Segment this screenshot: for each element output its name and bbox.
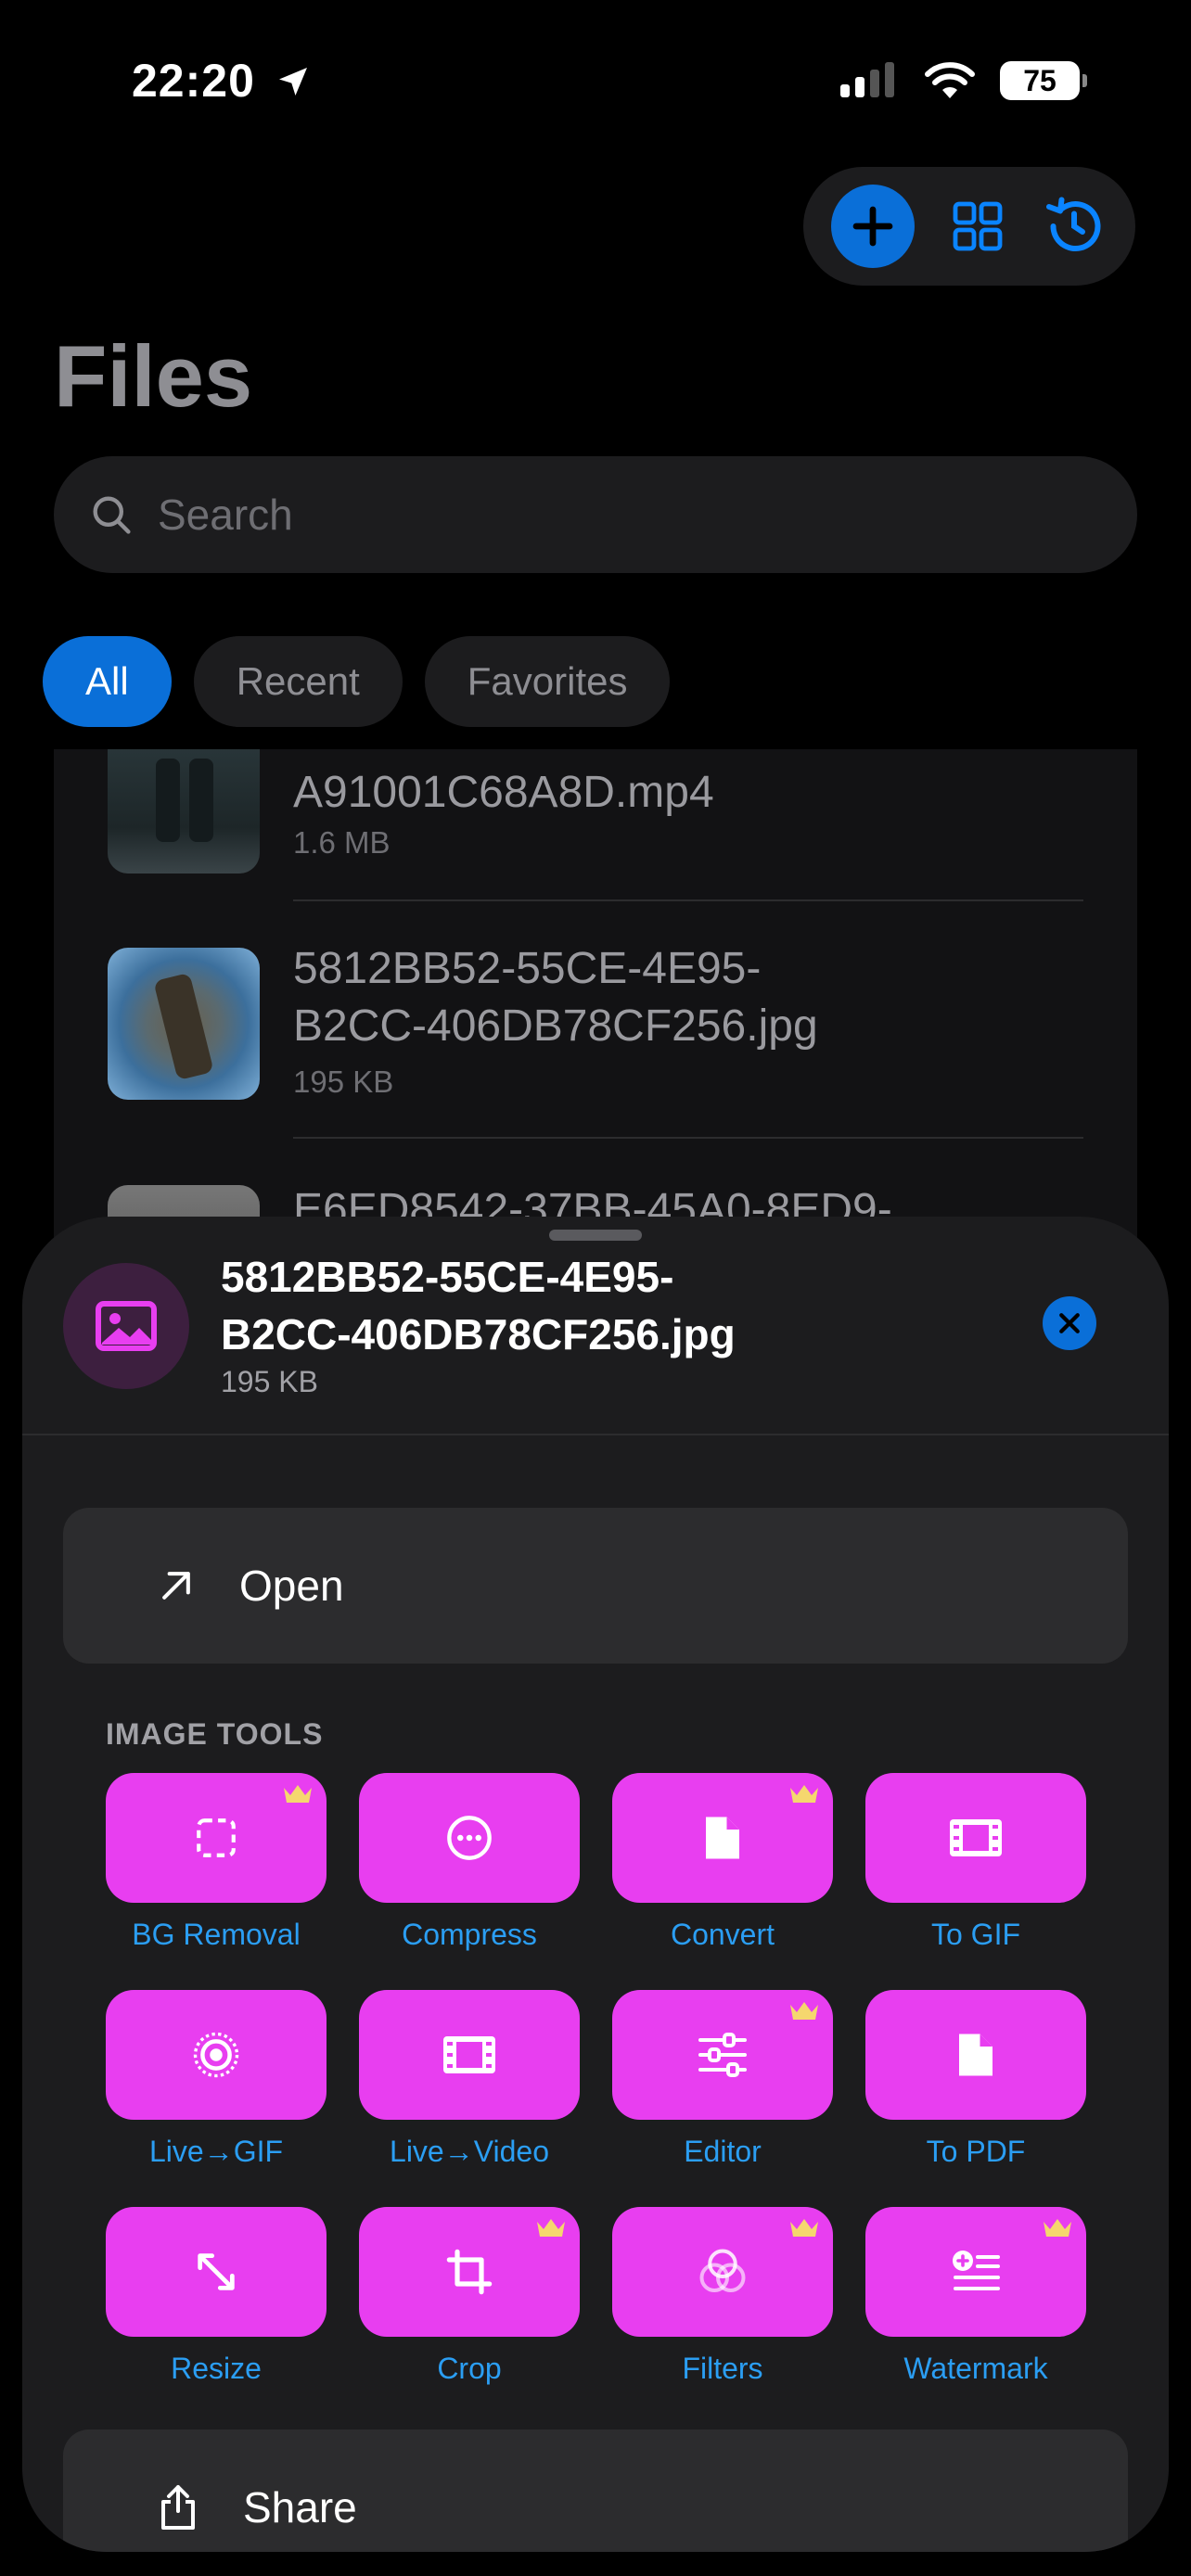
- add-button[interactable]: [831, 185, 915, 268]
- sheet-divider: [22, 1434, 1169, 1435]
- list-divider: [293, 899, 1083, 901]
- ellipsis-circle-icon: [447, 1816, 492, 1860]
- location-arrow-icon: [278, 68, 307, 96]
- file-type-badge: [63, 1263, 189, 1389]
- file-thumbnail: [108, 749, 260, 874]
- tool-watermark[interactable]: Watermark: [865, 2207, 1086, 2385]
- tool-label: BG Removal: [132, 1918, 301, 1951]
- clock-text: 22:20: [132, 55, 255, 107]
- live-photo-icon: [193, 2032, 239, 2078]
- tool-filters[interactable]: Filters: [612, 2207, 833, 2385]
- tool-label: Compress: [402, 1918, 537, 1951]
- grid-view-icon[interactable]: [948, 197, 1007, 256]
- filter-all[interactable]: All: [43, 636, 172, 727]
- tool-convert[interactable]: Convert: [612, 1773, 833, 1951]
- status-indicators: 75: [839, 61, 1087, 100]
- crown-icon: [537, 2219, 565, 2237]
- tool-label: Watermark: [903, 2352, 1048, 2385]
- sheet-grabber[interactable]: [549, 1230, 642, 1241]
- file-thumbnail: [108, 948, 260, 1100]
- crop-icon: [446, 2249, 493, 2295]
- file-actions-sheet: 5812BB52-55CE-4E95- B2CC-406DB78CF256.jp…: [22, 1217, 1169, 2552]
- status-time: 22:20: [132, 54, 312, 108]
- sheet-file-name: 5812BB52-55CE-4E95- B2CC-406DB78CF256.jp…: [221, 1248, 736, 1363]
- file-size: 195 KB: [293, 1065, 394, 1099]
- photo-icon: [96, 1301, 157, 1351]
- tool-label: Live→Video: [390, 2135, 549, 2168]
- sheet-file-name-line2: B2CC-406DB78CF256.jpg: [221, 1310, 736, 1358]
- document-icon: [959, 2034, 992, 2076]
- tool-bg-removal[interactable]: BG Removal: [106, 1773, 327, 1951]
- search-field[interactable]: Search: [54, 456, 1137, 573]
- history-icon[interactable]: [1041, 193, 1108, 260]
- crown-icon: [1044, 2219, 1071, 2237]
- page-title: Files: [54, 327, 253, 425]
- tool-label: To PDF: [926, 2135, 1026, 2168]
- overlapping-circles-icon: [699, 2249, 746, 2292]
- crown-icon: [284, 1785, 312, 1803]
- filter-favorites[interactable]: Favorites: [424, 636, 671, 727]
- list-divider: [293, 1137, 1083, 1139]
- tool-label: Filters: [682, 2352, 763, 2385]
- tool-editor[interactable]: Editor: [612, 1990, 833, 2168]
- arrow-up-right-icon: [162, 1572, 190, 1600]
- dashed-square-icon: [197, 1818, 236, 1857]
- crown-icon: [790, 2219, 818, 2237]
- battery-indicator: 75: [1000, 61, 1087, 100]
- close-icon: [1059, 1313, 1080, 1333]
- file-name: 5812BB52-55CE-4E95- B2CC-406DB78CF256.jp…: [293, 940, 818, 1055]
- film-icon: [950, 1819, 1002, 1856]
- tool-label: Resize: [171, 2352, 262, 2385]
- tool-label: Crop: [437, 2352, 502, 2385]
- sheet-file-name-line1: 5812BB52-55CE-4E95-: [221, 1253, 674, 1301]
- file-size: 1.6 MB: [293, 825, 391, 860]
- share-button[interactable]: Share: [63, 2429, 1128, 2552]
- tool-label: To GIF: [930, 1918, 1020, 1951]
- sheet-file-size: 195 KB: [221, 1365, 318, 1398]
- tool-label: Convert: [670, 1918, 775, 1951]
- file-name-line2: B2CC-406DB78CF256.jpg: [293, 1001, 818, 1051]
- filter-chips: All Recent Favorites: [43, 636, 671, 727]
- sliders-icon: [698, 2033, 747, 2077]
- film-icon: [443, 2036, 495, 2073]
- tool-crop[interactable]: Crop: [359, 2207, 580, 2385]
- document-icon: [706, 1817, 739, 1859]
- plus-icon: [852, 206, 893, 247]
- battery-level: 75: [1023, 63, 1057, 97]
- tool-live-to-video[interactable]: Live→Video: [359, 1990, 580, 2168]
- text-add-icon: [953, 2251, 1000, 2290]
- tool-to-gif[interactable]: To GIF: [865, 1773, 1086, 1951]
- cellular-signal-icon: [840, 62, 894, 97]
- file-name: A91001C68A8D.mp4: [293, 768, 714, 817]
- tool-to-pdf[interactable]: To PDF: [865, 1990, 1086, 2168]
- tool-live-to-gif[interactable]: Live→GIF: [106, 1990, 327, 2168]
- tool-compress[interactable]: Compress: [359, 1773, 580, 1951]
- wifi-icon: [925, 62, 975, 98]
- filter-recent[interactable]: Recent: [193, 636, 403, 727]
- resize-arrows-icon: [198, 2253, 235, 2290]
- file-list: A91001C68A8D.mp4 1.6 MB 5812BB52-55CE-4E…: [54, 749, 1137, 1269]
- crown-icon: [790, 1785, 818, 1803]
- top-toolbar: [803, 167, 1135, 286]
- section-title: IMAGE TOOLS: [106, 1717, 324, 1751]
- file-name-line1: 5812BB52-55CE-4E95-: [293, 944, 762, 993]
- crown-icon: [790, 2002, 818, 2020]
- share-icon: [161, 2485, 195, 2530]
- tool-resize[interactable]: Resize: [106, 2207, 327, 2385]
- search-placeholder: Search: [158, 491, 293, 539]
- open-button[interactable]: Open: [63, 1508, 1128, 1664]
- close-button[interactable]: [1043, 1296, 1096, 1350]
- open-label: Open: [239, 1562, 344, 1610]
- tool-label: Editor: [684, 2135, 762, 2168]
- search-icon: [93, 496, 131, 534]
- image-tools-grid: BG Removal Compress Convert To GIF Live→…: [106, 1773, 1086, 2385]
- share-label: Share: [243, 2483, 357, 2531]
- tool-label: Live→GIF: [148, 2135, 284, 2168]
